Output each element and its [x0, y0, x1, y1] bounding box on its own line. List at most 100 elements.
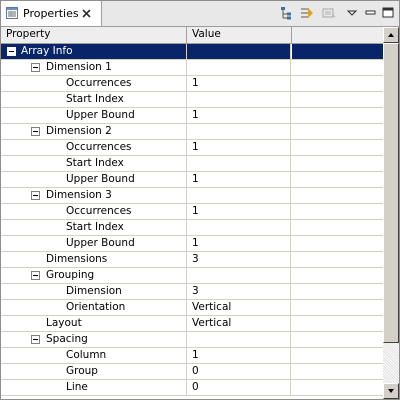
collapse-icon[interactable] [7, 47, 16, 56]
value-cell[interactable]: 3 [187, 284, 291, 299]
value-cell[interactable]: 1 [187, 140, 291, 155]
collapse-icon[interactable] [31, 63, 40, 72]
property-cell[interactable]: Start Index [1, 156, 187, 171]
value-cell[interactable]: 1 [187, 76, 291, 91]
property-cell[interactable]: Upper Bound [1, 108, 187, 123]
value-cell[interactable]: 1 [187, 236, 291, 251]
value-cell[interactable]: 0 [187, 364, 291, 379]
maximize-button[interactable] [380, 5, 396, 21]
filler-cell [292, 220, 383, 235]
value-cell[interactable] [187, 44, 291, 59]
property-cell[interactable]: Dimension [1, 284, 187, 299]
property-cell[interactable]: Spacing [1, 332, 187, 347]
property-cell[interactable]: Layout [1, 316, 187, 331]
table-row[interactable]: Start Index [1, 220, 383, 236]
value-cell[interactable] [187, 60, 291, 75]
value-cell[interactable] [187, 124, 291, 139]
property-cell[interactable]: Array Info [1, 44, 187, 59]
property-cell[interactable]: Occurrences [1, 140, 187, 155]
close-icon[interactable] [81, 8, 92, 19]
scrollbar-track[interactable] [383, 343, 399, 383]
collapse-icon[interactable] [31, 335, 40, 344]
table-row[interactable]: Layout Vertical [1, 316, 383, 332]
collapse-icon[interactable] [31, 191, 40, 200]
property-cell[interactable]: Orientation [1, 300, 187, 315]
property-label: Group [66, 365, 98, 377]
table-row[interactable]: Dimension 3 [1, 188, 383, 204]
property-cell[interactable]: Dimensions [1, 252, 187, 267]
value-cell[interactable] [187, 220, 291, 235]
table-row[interactable]: Upper Bound 1 [1, 108, 383, 124]
value-cell[interactable] [187, 332, 291, 347]
filler-cell [292, 348, 383, 363]
filler-cell [292, 108, 383, 123]
table-row[interactable]: Dimension 1 [1, 60, 383, 76]
table-row[interactable]: Upper Bound 1 [1, 236, 383, 252]
property-cell[interactable]: Dimension 1 [1, 60, 187, 75]
table-row[interactable]: Occurrences 1 [1, 140, 383, 156]
tab-properties[interactable]: Properties [1, 1, 102, 26]
properties-table[interactable]: Property Value Array Info Dimension 1 Occu… [1, 27, 383, 399]
property-cell[interactable]: Occurrences [1, 204, 187, 219]
table-row[interactable]: Upper Bound 1 [1, 172, 383, 188]
show-categories-button[interactable] [278, 5, 294, 21]
minimize-button[interactable] [363, 5, 379, 21]
value-cell[interactable]: 0 [187, 380, 291, 395]
property-label: Dimensions [46, 253, 108, 265]
table-row[interactable]: Occurrences 1 [1, 204, 383, 220]
property-cell[interactable]: Start Index [1, 92, 187, 107]
filler-cell [292, 204, 383, 219]
table-row[interactable]: Occurrences 1 [1, 76, 383, 92]
value-cell[interactable]: 1 [187, 348, 291, 363]
table-row[interactable]: Line 0 [1, 380, 383, 396]
restore-default-button[interactable] [321, 5, 337, 21]
collapse-icon[interactable] [31, 271, 40, 280]
table-row[interactable]: Spacing [1, 332, 383, 348]
value-cell[interactable] [187, 156, 291, 171]
property-cell[interactable]: Upper Bound [1, 236, 187, 251]
filler-cell [292, 124, 383, 139]
property-cell[interactable]: Dimension 2 [1, 124, 187, 139]
view-menu-button[interactable] [344, 5, 360, 21]
value-cell[interactable]: 1 [187, 108, 291, 123]
collapse-icon[interactable] [31, 127, 40, 136]
table-row[interactable]: Start Index [1, 92, 383, 108]
table-row[interactable]: Dimension 3 [1, 284, 383, 300]
property-cell[interactable]: Upper Bound [1, 172, 187, 187]
table-row[interactable]: Start Index [1, 156, 383, 172]
show-advanced-button[interactable] [299, 5, 315, 21]
filler-cell [292, 380, 383, 395]
value-cell[interactable]: 3 [187, 252, 291, 267]
scroll-down-button[interactable] [383, 383, 399, 399]
table-row[interactable]: Grouping [1, 268, 383, 284]
property-label: Start Index [66, 221, 124, 233]
value-cell[interactable]: 1 [187, 172, 291, 187]
value-cell[interactable]: Vertical [187, 300, 291, 315]
value-cell[interactable] [187, 188, 291, 203]
vertical-scrollbar[interactable] [383, 27, 399, 399]
property-cell[interactable]: Grouping [1, 268, 187, 283]
property-cell[interactable]: Start Index [1, 220, 187, 235]
table-row[interactable]: Column 1 [1, 348, 383, 364]
table-row[interactable]: Dimensions 3 [1, 252, 383, 268]
table-row[interactable]: Array Info [1, 44, 383, 60]
column-header-property[interactable]: Property [1, 27, 187, 43]
table-row[interactable]: Dimension 2 [1, 124, 383, 140]
scrollbar-thumb[interactable] [383, 43, 399, 343]
property-cell[interactable]: Dimension 3 [1, 188, 187, 203]
property-cell[interactable]: Column [1, 348, 187, 363]
property-cell[interactable]: Line [1, 380, 187, 395]
scroll-up-button[interactable] [383, 27, 399, 43]
value-cell[interactable] [187, 92, 291, 107]
value-cell[interactable]: 1 [187, 204, 291, 219]
filler-cell [292, 268, 383, 283]
value-cell[interactable]: Vertical [187, 316, 291, 331]
value-cell[interactable] [187, 268, 291, 283]
column-header-value[interactable]: Value [187, 27, 292, 43]
property-cell[interactable]: Group [1, 364, 187, 379]
table-row[interactable]: Group 0 [1, 364, 383, 380]
properties-view: Properties Property Value Array Info Dim… [0, 0, 400, 400]
table-row[interactable]: Orientation Vertical [1, 300, 383, 316]
arrow-up-icon [388, 33, 394, 37]
property-cell[interactable]: Occurrences [1, 76, 187, 91]
